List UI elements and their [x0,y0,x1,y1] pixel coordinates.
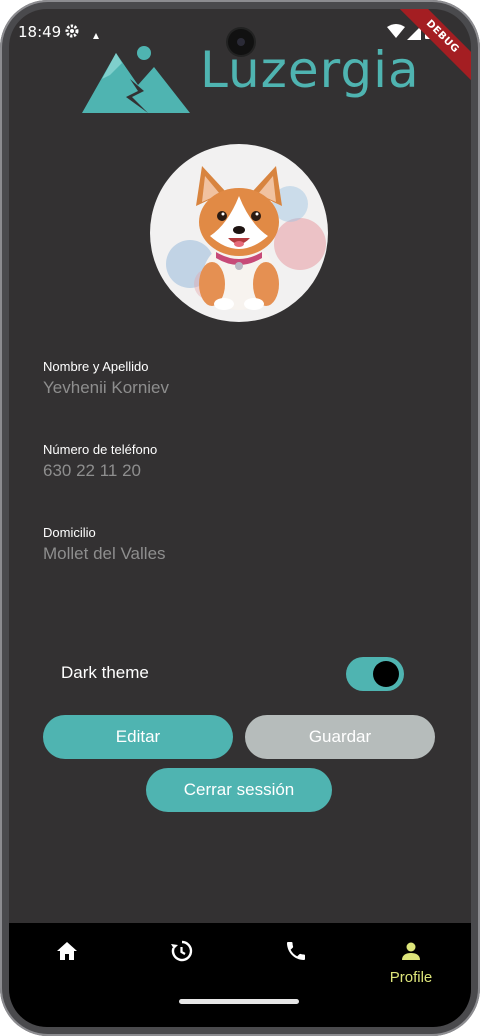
person-icon [402,942,420,960]
logo-text: Luzergia [200,41,420,99]
dark-theme-row: Dark theme [61,655,405,693]
address-field[interactable]: Domicilio Mollet del Valles [43,525,166,564]
dark-theme-toggle[interactable] [346,657,404,691]
phone-field[interactable]: Número de teléfono 630 22 11 20 [43,442,157,481]
nav-item-profile-label: Profile [389,969,433,986]
nav-item-phone[interactable] [266,939,326,967]
address-field-label: Domicilio [43,525,96,540]
corgi-illustration [166,166,326,310]
logo-mountain-icon [82,46,190,113]
home-indicator[interactable] [179,999,299,1004]
gear-icon [64,23,80,43]
app-screen: 18:49 DEBUG Luzergia Nombre y Apellido Y… [9,9,471,1027]
home-icon [57,942,77,960]
name-field-label: Nombre y Apellido [43,359,149,374]
name-field[interactable]: Nombre y Apellido Yevhenii Korniev [43,359,169,398]
bottom-nav: Profile [9,923,471,1027]
phone-field-label: Número de teléfono [43,442,158,457]
nav-item-profile[interactable]: Profile [381,939,441,986]
phone-icon [287,942,305,960]
phone-frame: 18:49 DEBUG Luzergia Nombre y Apellido Y… [0,0,480,1036]
name-field-value[interactable]: Yevhenii Korniev [43,378,169,398]
address-field-value[interactable]: Mollet del Valles [43,544,166,564]
nav-item-home[interactable] [37,939,97,967]
save-button[interactable]: Guardar [245,715,435,759]
profile-avatar[interactable] [150,144,328,322]
edit-button[interactable]: Editar [43,715,233,759]
notification-icon [91,26,101,45]
toggle-knob [373,661,399,687]
history-icon [171,940,193,962]
dark-theme-label: Dark theme [61,663,149,682]
phone-field-value[interactable]: 630 22 11 20 [43,461,157,481]
status-time: 18:49 [18,23,62,41]
logout-button[interactable]: Cerrar sessión [146,768,332,812]
app-logo: Luzergia [82,41,419,117]
nav-item-history[interactable] [151,939,211,967]
